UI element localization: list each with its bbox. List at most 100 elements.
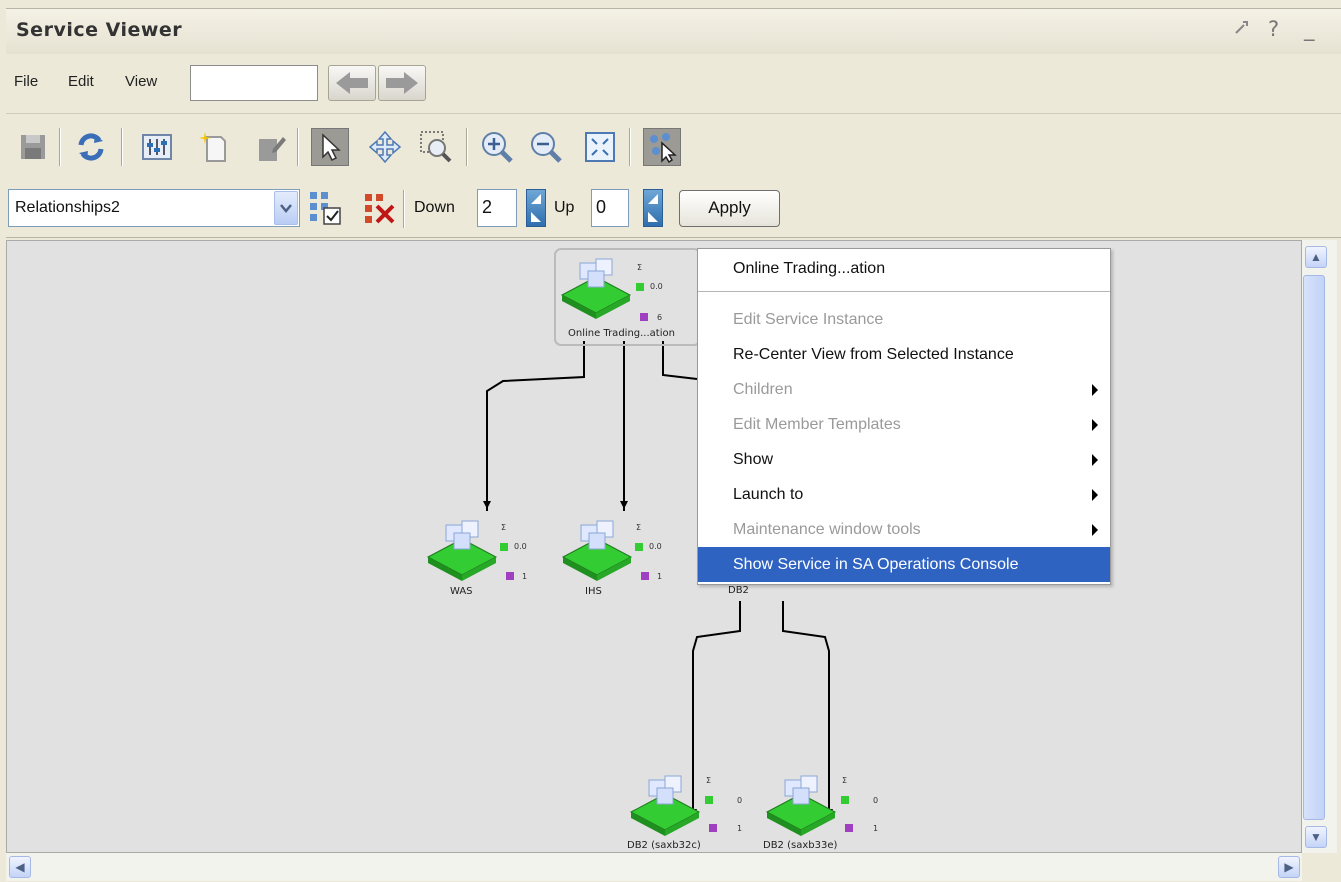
- menu-item-children: Children: [698, 372, 1110, 407]
- status-purple-icon: [845, 824, 853, 832]
- service-node-was[interactable]: Σ 0.0 1 WAS: [422, 515, 552, 610]
- scroll-right-icon[interactable]: ▶: [1278, 856, 1300, 878]
- service-node-db2-saxb33e[interactable]: Σ 0 1 DB2 (saxb33e): [761, 770, 891, 854]
- status-green-icon: [705, 796, 713, 804]
- pan-icon[interactable]: [366, 128, 404, 166]
- toolbar-separator: [59, 128, 61, 166]
- node-metric-value: 0.0: [649, 542, 662, 551]
- toolbar-separator: [121, 128, 123, 166]
- service-node-ihs[interactable]: Σ 0.0 1 IHS: [557, 515, 687, 610]
- node-label: WAS: [450, 586, 473, 597]
- menu-item-edit-service-instance: Edit Service Instance: [698, 302, 1110, 337]
- node-child-count: 1: [657, 572, 663, 581]
- clear-filter-icon[interactable]: [360, 189, 398, 227]
- title-bar: Service Viewer ? _: [6, 8, 1341, 54]
- relationship-filter-icon[interactable]: [305, 189, 343, 227]
- service-node-icon: [765, 775, 837, 836]
- fit-to-window-icon[interactable]: [581, 128, 619, 166]
- scroll-corner: [1302, 853, 1337, 881]
- back-arrow-icon[interactable]: [328, 65, 376, 101]
- toolbar-separator: [629, 128, 631, 166]
- context-menu-header: Online Trading...ation: [733, 260, 886, 277]
- edit-instance-icon[interactable]: [252, 128, 290, 166]
- status-purple-icon: [709, 824, 717, 832]
- zoom-region-icon[interactable]: [417, 128, 455, 166]
- toolbar-separator: [466, 128, 468, 166]
- menu-item-label: Edit Service Instance: [733, 311, 884, 328]
- menu-item-show[interactable]: Show: [698, 442, 1110, 477]
- context-menu: Online Trading...ation Edit Service Inst…: [697, 248, 1111, 585]
- menu-file[interactable]: File: [14, 73, 38, 90]
- horizontal-scrollbar[interactable]: [6, 853, 1302, 881]
- node-metric-value: 0: [873, 796, 879, 805]
- refresh-icon[interactable]: [72, 128, 110, 166]
- submenu-arrow-icon: [1092, 489, 1098, 501]
- down-input[interactable]: 2: [477, 189, 517, 227]
- select-overview-icon[interactable]: [643, 128, 681, 166]
- status-purple-icon: [640, 313, 648, 321]
- node-child-count: 1: [522, 572, 528, 581]
- up-stepper[interactable]: [643, 189, 663, 227]
- sigma-icon: Σ: [501, 523, 507, 532]
- service-viewer-window: Service Viewer ? _ File Edit View Relati…: [0, 0, 1341, 882]
- status-green-icon: [636, 283, 644, 291]
- menu-item-label: Show: [733, 451, 774, 468]
- sigma-icon: Σ: [842, 776, 848, 785]
- apply-button[interactable]: Apply: [679, 190, 780, 227]
- wrench-icon[interactable]: [1232, 17, 1252, 42]
- menu-item-launch-to[interactable]: Launch to: [698, 477, 1110, 512]
- menu-view[interactable]: View: [125, 73, 157, 90]
- vertical-scroll-thumb[interactable]: [1303, 275, 1325, 820]
- node-label: DB2: [728, 585, 749, 596]
- menu-item-show-service-in-sa-operations-console[interactable]: Show Service in SA Operations Console: [698, 547, 1110, 582]
- zoom-in-icon[interactable]: [478, 128, 516, 166]
- node-child-count: 1: [873, 824, 879, 833]
- window-title: Service Viewer: [16, 19, 183, 41]
- menu-item-label: Re-Center View from Selected Instance: [733, 346, 1014, 363]
- node-label: IHS: [585, 586, 602, 597]
- menu-item-label: Launch to: [733, 486, 804, 503]
- node-label: Online Trading...ation: [568, 328, 675, 339]
- new-instance-icon[interactable]: [194, 128, 232, 166]
- menu-item-maintenance-window-tools: Maintenance window tools: [698, 512, 1110, 547]
- status-green-icon: [635, 543, 643, 551]
- node-metric-value: 0: [737, 796, 743, 805]
- help-button[interactable]: ?: [1268, 17, 1279, 41]
- scroll-up-icon[interactable]: ▲: [1305, 246, 1327, 268]
- chevron-down-icon[interactable]: [274, 191, 298, 225]
- menu-edit[interactable]: Edit: [68, 73, 94, 90]
- menu-item-label: Show Service in SA Operations Console: [733, 556, 1019, 573]
- service-node-db2-saxb32c[interactable]: Σ 0 1 DB2 (saxb32c): [625, 770, 755, 854]
- service-node-online-trading[interactable]: Σ 0.0 6 Online Trading...ation: [556, 253, 686, 343]
- menu-item-re-center-view-from-selected-instance[interactable]: Re-Center View from Selected Instance: [698, 337, 1110, 372]
- sigma-icon: Σ: [636, 523, 642, 532]
- scroll-down-icon[interactable]: ▼: [1305, 826, 1327, 848]
- up-input[interactable]: 0: [591, 189, 629, 227]
- service-node-icon: [561, 520, 633, 581]
- node-child-count: 1: [737, 824, 743, 833]
- menu-item-edit-member-templates: Edit Member Templates: [698, 407, 1110, 442]
- forward-arrow-icon[interactable]: [378, 65, 426, 101]
- context-menu-separator: [698, 291, 1110, 293]
- submenu-arrow-icon: [1092, 419, 1098, 431]
- menu-item-label: Children: [733, 381, 793, 398]
- toolbar-separator: [403, 190, 405, 228]
- node-label: DB2 (saxb32c): [627, 840, 701, 851]
- submenu-arrow-icon: [1092, 524, 1098, 536]
- node-metric-value: 0.0: [650, 282, 663, 291]
- service-node-icon: [629, 775, 701, 836]
- search-input[interactable]: [190, 65, 318, 101]
- minimize-button[interactable]: _: [1304, 17, 1315, 41]
- node-child-count: 6: [657, 313, 663, 322]
- properties-icon[interactable]: [138, 128, 176, 166]
- relationship-select[interactable]: Relationships2: [8, 189, 300, 227]
- service-node-db2[interactable]: DB2: [724, 583, 764, 603]
- service-node-icon: [560, 258, 632, 319]
- scroll-left-icon[interactable]: ◀: [9, 856, 31, 878]
- down-stepper[interactable]: [526, 189, 546, 227]
- save-icon[interactable]: [14, 128, 52, 166]
- down-label: Down: [414, 199, 455, 216]
- status-purple-icon: [641, 572, 649, 580]
- select-pointer-icon[interactable]: [311, 128, 349, 166]
- zoom-out-icon[interactable]: [527, 128, 565, 166]
